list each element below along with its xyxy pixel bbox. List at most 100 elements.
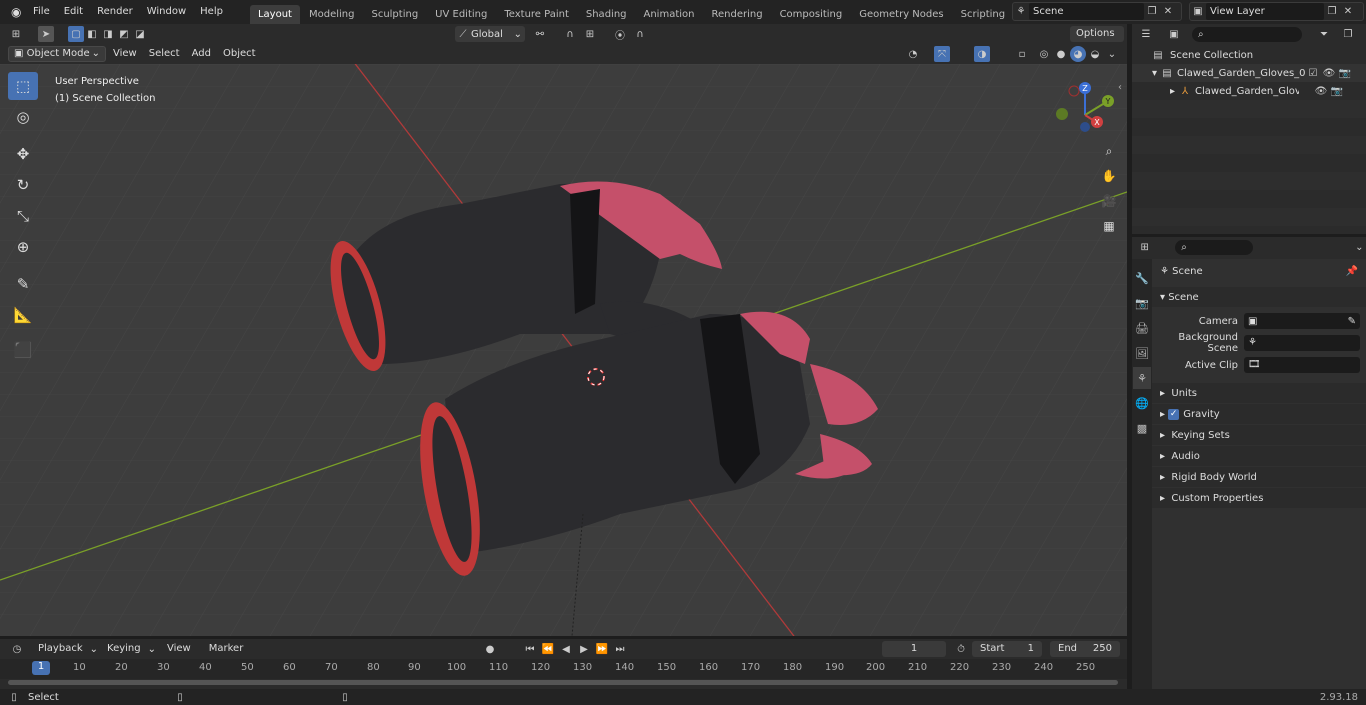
gizmo-toggle-icon[interactable]: ⤧ <box>934 46 950 62</box>
gizmo-neg-y-axis[interactable] <box>1056 108 1068 120</box>
scene-selector[interactable]: ⚘ Scene ❐ ✕ <box>1012 2 1182 21</box>
copy-icon[interactable]: ❐ <box>1144 4 1160 20</box>
select-subtract-icon[interactable]: ◨ <box>100 26 116 42</box>
menu-edit[interactable]: Edit <box>57 0 90 24</box>
add-cube-icon[interactable]: ⬛ <box>8 336 38 364</box>
editor-type-icon[interactable]: ⊞ <box>8 26 24 42</box>
pan-hand-icon[interactable]: ✋ <box>1099 166 1119 186</box>
frame-ruler[interactable]: 1 10 20 30 40 50 60 70 80 90 100 110 120… <box>0 659 1127 679</box>
pin-icon[interactable]: 📌 <box>1346 266 1358 277</box>
filter-icon[interactable]: ⏷ <box>1316 26 1332 42</box>
tab-compositing[interactable]: Compositing <box>772 5 851 24</box>
zoom-icon[interactable]: ⌕ <box>1099 141 1119 161</box>
ortho-grid-icon[interactable]: ▦ <box>1099 216 1119 236</box>
current-frame-field[interactable]: 1 <box>882 641 946 657</box>
blender-logo-icon[interactable]: ◉ <box>4 0 26 24</box>
tab-sculpting[interactable]: Sculpting <box>363 5 426 24</box>
camera-icon[interactable]: 📷 <box>1329 83 1345 99</box>
tab-texture-paint[interactable]: Texture Paint <box>496 5 577 24</box>
new-collection-icon[interactable]: ❐ <box>1340 26 1356 42</box>
play-icon[interactable]: ▶ <box>576 641 592 657</box>
start-frame-field[interactable]: Start 1 <box>972 641 1042 657</box>
stopwatch-icon[interactable]: ⏱ <box>953 641 969 657</box>
overlay-toggle-icon[interactable]: ◑ <box>974 46 990 62</box>
custom-properties-panel[interactable]: ▸ Custom Properties <box>1152 488 1366 508</box>
rendered-shading-icon[interactable]: ◒ <box>1087 46 1103 62</box>
tab-layout[interactable]: Layout <box>249 5 300 24</box>
close-icon[interactable]: ✕ <box>1160 4 1176 20</box>
view-layer-tab-icon[interactable]: 🖼 <box>1133 342 1151 364</box>
menu-help[interactable]: Help <box>193 0 230 24</box>
chevron-down-icon[interactable]: ⌄ <box>1353 239 1366 255</box>
record-icon[interactable]: ● <box>482 641 498 657</box>
copy-icon[interactable]: ❐ <box>1324 4 1340 20</box>
scene-tab-icon[interactable]: ⚘ <box>1133 367 1151 389</box>
timeline-scrollbar[interactable] <box>8 680 1118 685</box>
texture-tab-icon[interactable]: ▩ <box>1133 417 1151 439</box>
wireframe-shading-icon[interactable]: ◎ <box>1036 46 1052 62</box>
transform-icon[interactable]: ⊕ <box>8 233 38 261</box>
camera-icon[interactable]: 📷 <box>1337 65 1353 81</box>
outliner-row-collection[interactable]: ▾ ▤ Clawed_Garden_Gloves_002 ☑ 👁 📷 <box>1132 64 1366 82</box>
menu-marker[interactable]: Marker <box>204 641 249 657</box>
audio-panel[interactable]: ▸ Audio <box>1152 446 1366 466</box>
cursor-icon[interactable]: ◎ <box>8 103 38 131</box>
mode-dropdown[interactable]: ▣ Object Mode ⌄ <box>8 46 106 62</box>
scene-name-field[interactable]: Scene <box>1029 3 1144 20</box>
menu-view[interactable]: View <box>108 46 142 62</box>
world-tab-icon[interactable]: 🌐 <box>1133 392 1151 414</box>
select-tool-icon[interactable]: ➤ <box>38 26 54 42</box>
end-frame-field[interactable]: End 250 <box>1050 641 1120 657</box>
move-icon[interactable]: ✥ <box>8 140 38 168</box>
falloff-icon[interactable]: ∩ <box>632 26 648 42</box>
3d-viewport[interactable]: Z Y X ⬚ ◎ ✥ ↻ ⤡ ⊕ ✎ 📐 ⬛ User Perspective… <box>0 64 1127 636</box>
solid-shading-icon[interactable]: ● <box>1053 46 1069 62</box>
background-scene-field[interactable]: ⚘ <box>1244 335 1360 351</box>
tab-shading[interactable]: Shading <box>578 5 635 24</box>
gravity-checkbox[interactable]: ✓ <box>1168 408 1180 420</box>
camera-view-icon[interactable]: 🎥 <box>1099 191 1119 211</box>
select-intersect-icon[interactable]: ◪ <box>132 26 148 42</box>
select-invert-icon[interactable]: ◩ <box>116 26 132 42</box>
orientation-dropdown[interactable]: ⟋ Global ⌄ <box>455 26 525 42</box>
menu-object[interactable]: Object <box>218 46 261 62</box>
chevron-right-icon[interactable]: ▸ <box>1170 86 1175 97</box>
chevron-down-icon[interactable]: ▾ <box>1152 68 1157 79</box>
snap-icon[interactable]: ∩ <box>562 26 578 42</box>
annotate-icon[interactable]: ✎ <box>8 270 38 298</box>
active-clip-field[interactable]: 🎞 <box>1244 357 1360 373</box>
visibility-icon[interactable]: ◔ <box>905 46 921 62</box>
units-panel[interactable]: ▸ Units <box>1152 383 1366 403</box>
menu-timeline-view[interactable]: View <box>162 641 196 657</box>
gravity-panel[interactable]: ▸ ✓ Gravity <box>1152 404 1366 424</box>
tool-tab-icon[interactable]: 🔧 <box>1133 267 1151 289</box>
options-dropdown[interactable]: Options ⌄ <box>1070 26 1124 55</box>
snap-target-icon[interactable]: ⊞ <box>582 26 598 42</box>
scene-panel-header[interactable]: ▾ Scene <box>1152 287 1366 307</box>
tab-animation[interactable]: Animation <box>636 5 703 24</box>
select-extend-icon[interactable]: ◧ <box>84 26 100 42</box>
outliner-search-input[interactable]: ⌕ <box>1192 26 1302 42</box>
tab-modeling[interactable]: Modeling <box>301 5 363 24</box>
menu-file[interactable]: File <box>26 0 57 24</box>
eye-icon[interactable]: 👁 <box>1313 83 1329 99</box>
material-shading-icon[interactable]: ◕ <box>1070 46 1086 62</box>
tab-rendering[interactable]: Rendering <box>703 5 770 24</box>
proportional-edit-icon[interactable]: ⦿ <box>612 26 628 42</box>
properties-editor-icon[interactable]: ⊞ <box>1138 239 1151 255</box>
prev-keyframe-icon[interactable]: ⏪ <box>540 641 556 657</box>
menu-playback[interactable]: Playback <box>33 641 88 657</box>
outliner-editor-icon[interactable]: ☰ <box>1138 26 1154 42</box>
chevron-left-icon[interactable]: ‹ <box>1118 82 1122 93</box>
render-tab-icon[interactable]: 📷 <box>1133 292 1151 314</box>
camera-field[interactable]: ▣ ✎ <box>1244 313 1360 329</box>
next-keyframe-icon[interactable]: ⏩ <box>594 641 610 657</box>
menu-select[interactable]: Select <box>144 46 185 62</box>
playhead[interactable]: 1 <box>32 661 50 675</box>
xray-icon[interactable]: ▫ <box>1014 46 1030 62</box>
eye-icon[interactable]: 👁 <box>1321 65 1337 81</box>
gizmo-neg-z-axis[interactable] <box>1080 122 1090 132</box>
display-mode-icon[interactable]: ▣ <box>1166 26 1182 42</box>
jump-start-icon[interactable]: ⏮ <box>522 641 538 657</box>
menu-add[interactable]: Add <box>187 46 216 62</box>
